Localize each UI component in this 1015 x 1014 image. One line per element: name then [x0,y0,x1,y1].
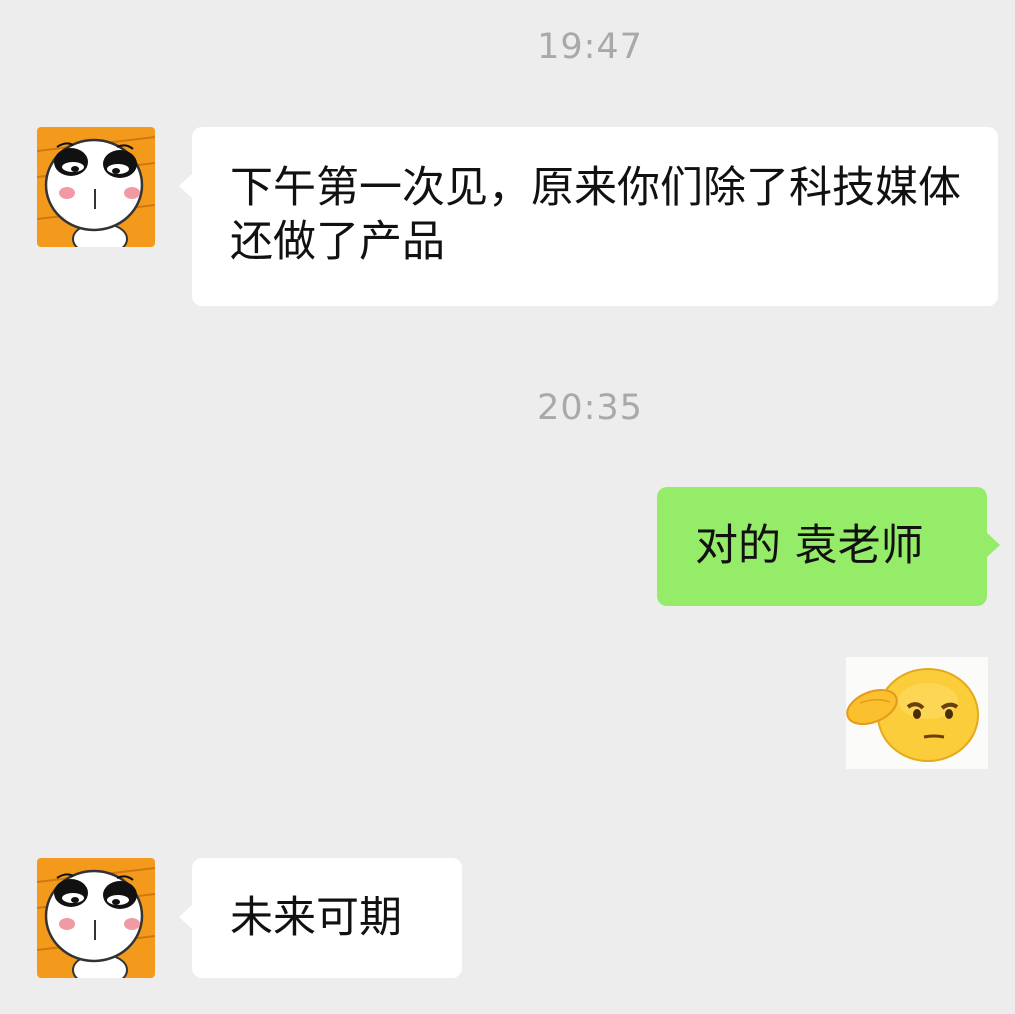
bubble-tail [179,173,193,199]
incoming-message-bubble[interactable]: 下午第一次见，原来你们除了科技媒体还做了产品 [179,127,998,306]
sticker-message[interactable] [846,657,988,769]
panda-avatar-icon [37,858,155,978]
timestamp: 19:47 [537,27,643,67]
message-text: 下午第一次见，原来你们除了科技媒体还做了产品 [230,163,961,267]
contact-avatar[interactable] [37,127,155,247]
bubble-tail [986,532,1000,558]
panda-avatar-icon [37,127,155,247]
timestamp: 20:35 [537,388,643,428]
outgoing-message-bubble[interactable]: 对的 袁老师 [657,487,1000,606]
salute-emoji-icon [846,668,979,762]
message-text: 对的 袁老师 [695,521,924,571]
bubble-tail [179,904,193,930]
incoming-message-bubble[interactable]: 未来可期 [179,858,462,978]
message-text: 未来可期 [230,893,402,943]
contact-avatar[interactable] [37,858,155,978]
